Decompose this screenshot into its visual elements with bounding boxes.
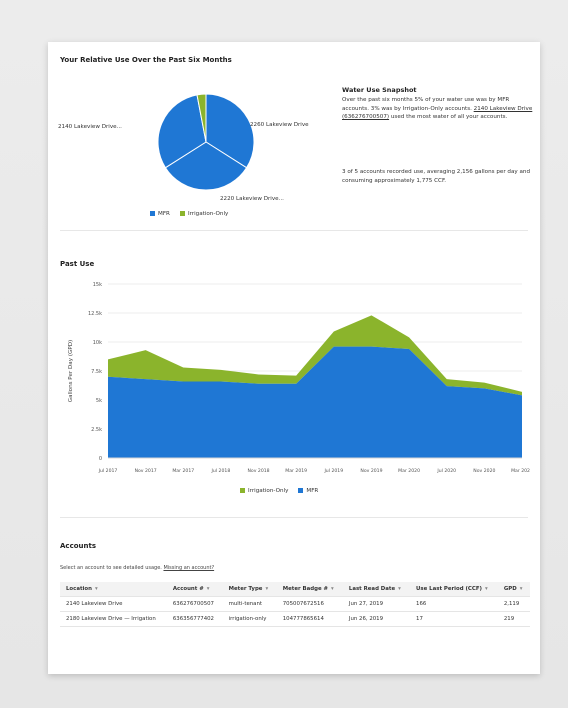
past-use-area-chart: 0 2.5k 5k 7.5k 10k 12.5k 15k Gallons Per Day (G… [68,282,530,474]
col-location[interactable]: Location ▾ [60,582,167,597]
cell-location: 2180 Lakeview Drive — Irrigation [60,611,167,627]
irrigation-swatch [179,211,185,216]
pie-legend-irrigation-label: Irrigation-Only [187,211,229,217]
divider-1 [60,230,528,231]
col-account[interactable]: Account # ▾ [166,582,223,597]
cell-account: 636276700507 [166,596,223,612]
col-last-read[interactable]: Last Read Date ▾ [342,582,411,597]
col-use-last[interactable]: Use Last Period (CCF) ▾ [410,582,498,597]
past-use-legend-irrigation-label: Irrigation-Only [248,488,289,494]
accounts-subtitle-text: Select an account to see detailed usage. [60,565,162,571]
snapshot-text-2: 3 of 5 accounts recorded use, averaging … [342,169,531,184]
x-tick-label: Jul 2019 [323,468,343,474]
y-tick-label: 0 [99,456,102,462]
x-tick-label: Jul 2017 [98,468,118,474]
pie-label-2220: 2220 Lakeview Drive... [220,196,284,202]
past-use-title: Past Use [60,260,95,268]
cell-meter-type: irrigation-only [222,611,277,627]
col-location-label: Location [66,586,92,592]
cell-meter-badge: 705007672516 [276,596,343,612]
cell-last-read: Jun 26, 2019 [342,611,411,627]
divider-2 [60,517,528,518]
x-tick-label: Nov 2019 [360,468,382,474]
col-account-label: Account # [172,586,204,592]
cell-use-last: 166 [410,596,498,612]
dashboard-card: Your Relative Use Over the Past Six Mont… [48,42,540,674]
x-tick-label: Mar 2020 [398,468,420,474]
x-tick-label: Mar 2017 [172,468,194,474]
missing-account-link[interactable]: Missing an account? [163,565,214,571]
pie-legend-mfr: MFR [150,211,170,217]
past-use-legend-mfr-label: MFR [306,488,319,494]
cell-location: 2140 Lakeview Drive [60,596,167,612]
mfr-swatch [150,211,155,216]
x-tick-label: Nov 2018 [247,468,269,474]
pie-label-2140: 2140 Lakeview Drive... [58,124,122,130]
cell-gpd: 2,119 [497,596,530,612]
sort-icon: ▾ [94,586,98,592]
col-gpd-label: GPD [503,586,517,592]
sort-icon: ▾ [265,586,269,592]
x-tick-label: Jul 2020 [436,468,456,474]
sort-icon: ▾ [206,586,210,592]
cell-account: 636356777402 [166,611,223,627]
cell-last-read: Jun 27, 2019 [342,596,411,612]
sort-icon: ▾ [398,586,401,592]
pie-legend-mfr-label: MFR [158,211,170,217]
table-row[interactable]: 2180 Lakeview Drive — Irrigation 6363567… [60,611,530,627]
y-tick-label: 10k [93,340,102,346]
x-tick-label: Nov 2020 [473,468,495,474]
x-tick-label: Jul 2018 [211,468,231,474]
pie-label-2260: 2260 Lakeview Drive [250,122,309,128]
y-tick-label: 2.5k [91,427,102,433]
x-tick-label: Mar 2021 [511,468,530,474]
past-use-legend: Irrigation-Only MFR [240,488,318,494]
past-use-irrigation-swatch [240,488,245,493]
cell-gpd: 219 [497,611,530,627]
relative-use-title: Your Relative Use Over the Past Six Mont… [60,56,232,64]
pie-legend-irrigation: Irrigation-Only [179,211,229,217]
x-tick-label: Nov 2017 [135,468,157,474]
col-last-read-label: Last Read Date [348,586,396,592]
y-tick-label: 5k [96,398,102,404]
cell-use-last: 17 [410,611,498,627]
pie-legend: MFR Irrigation-Only [150,211,228,217]
y-tick-label: 15k [93,282,102,288]
accounts-table-wrap: Location ▾ Account # ▾ Meter Type ▾ Meter B… [60,582,530,627]
past-use-legend-irrigation: Irrigation-Only [240,488,288,494]
cell-meter-type: multi-tenant [222,596,277,612]
relative-use-pie-chart [157,93,255,191]
y-tick-label: 7.5k [91,369,102,375]
table-row[interactable]: 2140 Lakeview Drive 636276700507 multi-t… [60,596,530,612]
col-meter-badge-label: Meter Badge # [282,586,329,592]
col-meter-type[interactable]: Meter Type ▾ [222,582,277,597]
x-tick-label: Mar 2019 [285,468,307,474]
snapshot-text-suffix: used the most water of all your accounts… [389,114,508,120]
sort-icon: ▾ [484,586,488,592]
sort-icon: ▾ [331,586,334,592]
col-meter-badge[interactable]: Meter Badge # ▾ [276,582,343,597]
accounts-table: Location ▾ Account # ▾ Meter Type ▾ Meter B… [60,582,530,627]
accounts-header-row: Location ▾ Account # ▾ Meter Type ▾ Meter B… [60,582,530,597]
accounts-title: Accounts [60,542,97,550]
y-axis-label: Gallons Per Day (GPD) [68,340,74,402]
col-meter-type-label: Meter Type [228,586,263,592]
cell-meter-badge: 104777865614 [276,611,343,627]
past-use-mfr-swatch [298,488,304,493]
snapshot-title: Water Use Snapshot [342,86,417,94]
col-use-last-label: Use Last Period (CCF) [416,586,482,592]
sort-icon: ▾ [519,586,523,592]
col-gpd[interactable]: GPD ▾ [497,582,530,597]
past-use-legend-mfr: MFR [298,488,318,494]
snapshot-text: Over the past six months 5% of your wate… [342,96,534,122]
accounts-subtitle: Select an account to see detailed usage.… [60,565,214,571]
y-tick-label: 12.5k [88,311,102,317]
